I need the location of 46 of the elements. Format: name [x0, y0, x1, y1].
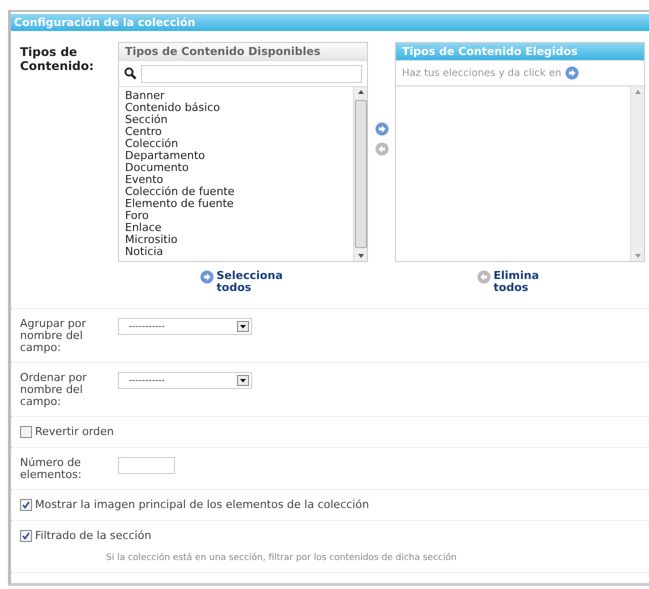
dropdown[interactable]: -----------	[118, 318, 252, 335]
list-title: Tipos de Contenido Disponibles	[119, 43, 367, 61]
arrow-left-icon[interactable]	[476, 270, 490, 284]
list-item[interactable]: Colección de fuente	[125, 186, 347, 198]
list-item[interactable]: Departamento	[125, 150, 347, 162]
list-item[interactable]: Evento	[125, 174, 347, 186]
select-all-link[interactable]: Selecciona todos	[200, 270, 286, 294]
arrow-right-icon[interactable]	[374, 122, 388, 136]
search-icon	[124, 67, 137, 80]
list-item[interactable]: Micrositio	[125, 234, 347, 246]
list-item[interactable]: Centro	[125, 126, 347, 138]
field-label: Agrupar por nombre del campo:	[20, 318, 87, 354]
checkbox[interactable]	[20, 426, 32, 438]
list-item[interactable]: Colección	[125, 138, 347, 150]
field-label: Tipos de Contenido:	[20, 44, 95, 75]
arrow-right-icon[interactable]	[565, 66, 580, 80]
dropdown[interactable]: -----------	[118, 372, 252, 389]
field-label: Ordenar por nombre del campo:	[20, 372, 88, 408]
caret-icon	[237, 321, 249, 332]
list-item[interactable]: Foro	[125, 210, 347, 222]
checkbox-label: Mostrar la imagen principal de los elementos de la colección	[35, 498, 370, 511]
input-field[interactable]	[118, 457, 175, 474]
checkbox-label: Filtrado de la sección	[35, 529, 152, 542]
arrow-right-icon[interactable]	[200, 270, 214, 284]
scrollbar[interactable]	[353, 87, 367, 261]
caret-icon	[237, 375, 249, 386]
scroll-up-icon[interactable]	[358, 90, 364, 94]
scroll-down-icon[interactable]	[358, 254, 364, 258]
list-item[interactable]: Sección	[125, 114, 347, 126]
list-item[interactable]: Documento	[125, 162, 347, 174]
list-item[interactable]: Banner	[125, 90, 347, 102]
field-label: Número de elementos:	[20, 457, 83, 481]
checkbox-label: Revertir orden	[35, 425, 114, 438]
arrow-left-icon[interactable]	[374, 142, 388, 156]
help-text: Si la colección está en una sección, filtrar por los contenidos de dicha sección	[106, 553, 457, 563]
checkbox[interactable]	[20, 530, 32, 542]
list-item[interactable]: Contenido básico	[125, 102, 347, 114]
panel-title: Configuración de la colección	[11, 14, 649, 31]
list-title: Tipos de Contenido Elegidos	[396, 43, 644, 61]
list-item[interactable]: Enlace	[125, 222, 347, 234]
list-item[interactable]: Elemento de fuente	[125, 198, 347, 210]
list-item[interactable]: Noticia	[125, 246, 347, 258]
hint-text: Haz tus elecciones y da click en	[402, 68, 562, 78]
search-field[interactable]	[141, 64, 362, 82]
checkbox[interactable]	[20, 498, 32, 510]
remove-all-link[interactable]: Elimina todos	[476, 270, 564, 294]
